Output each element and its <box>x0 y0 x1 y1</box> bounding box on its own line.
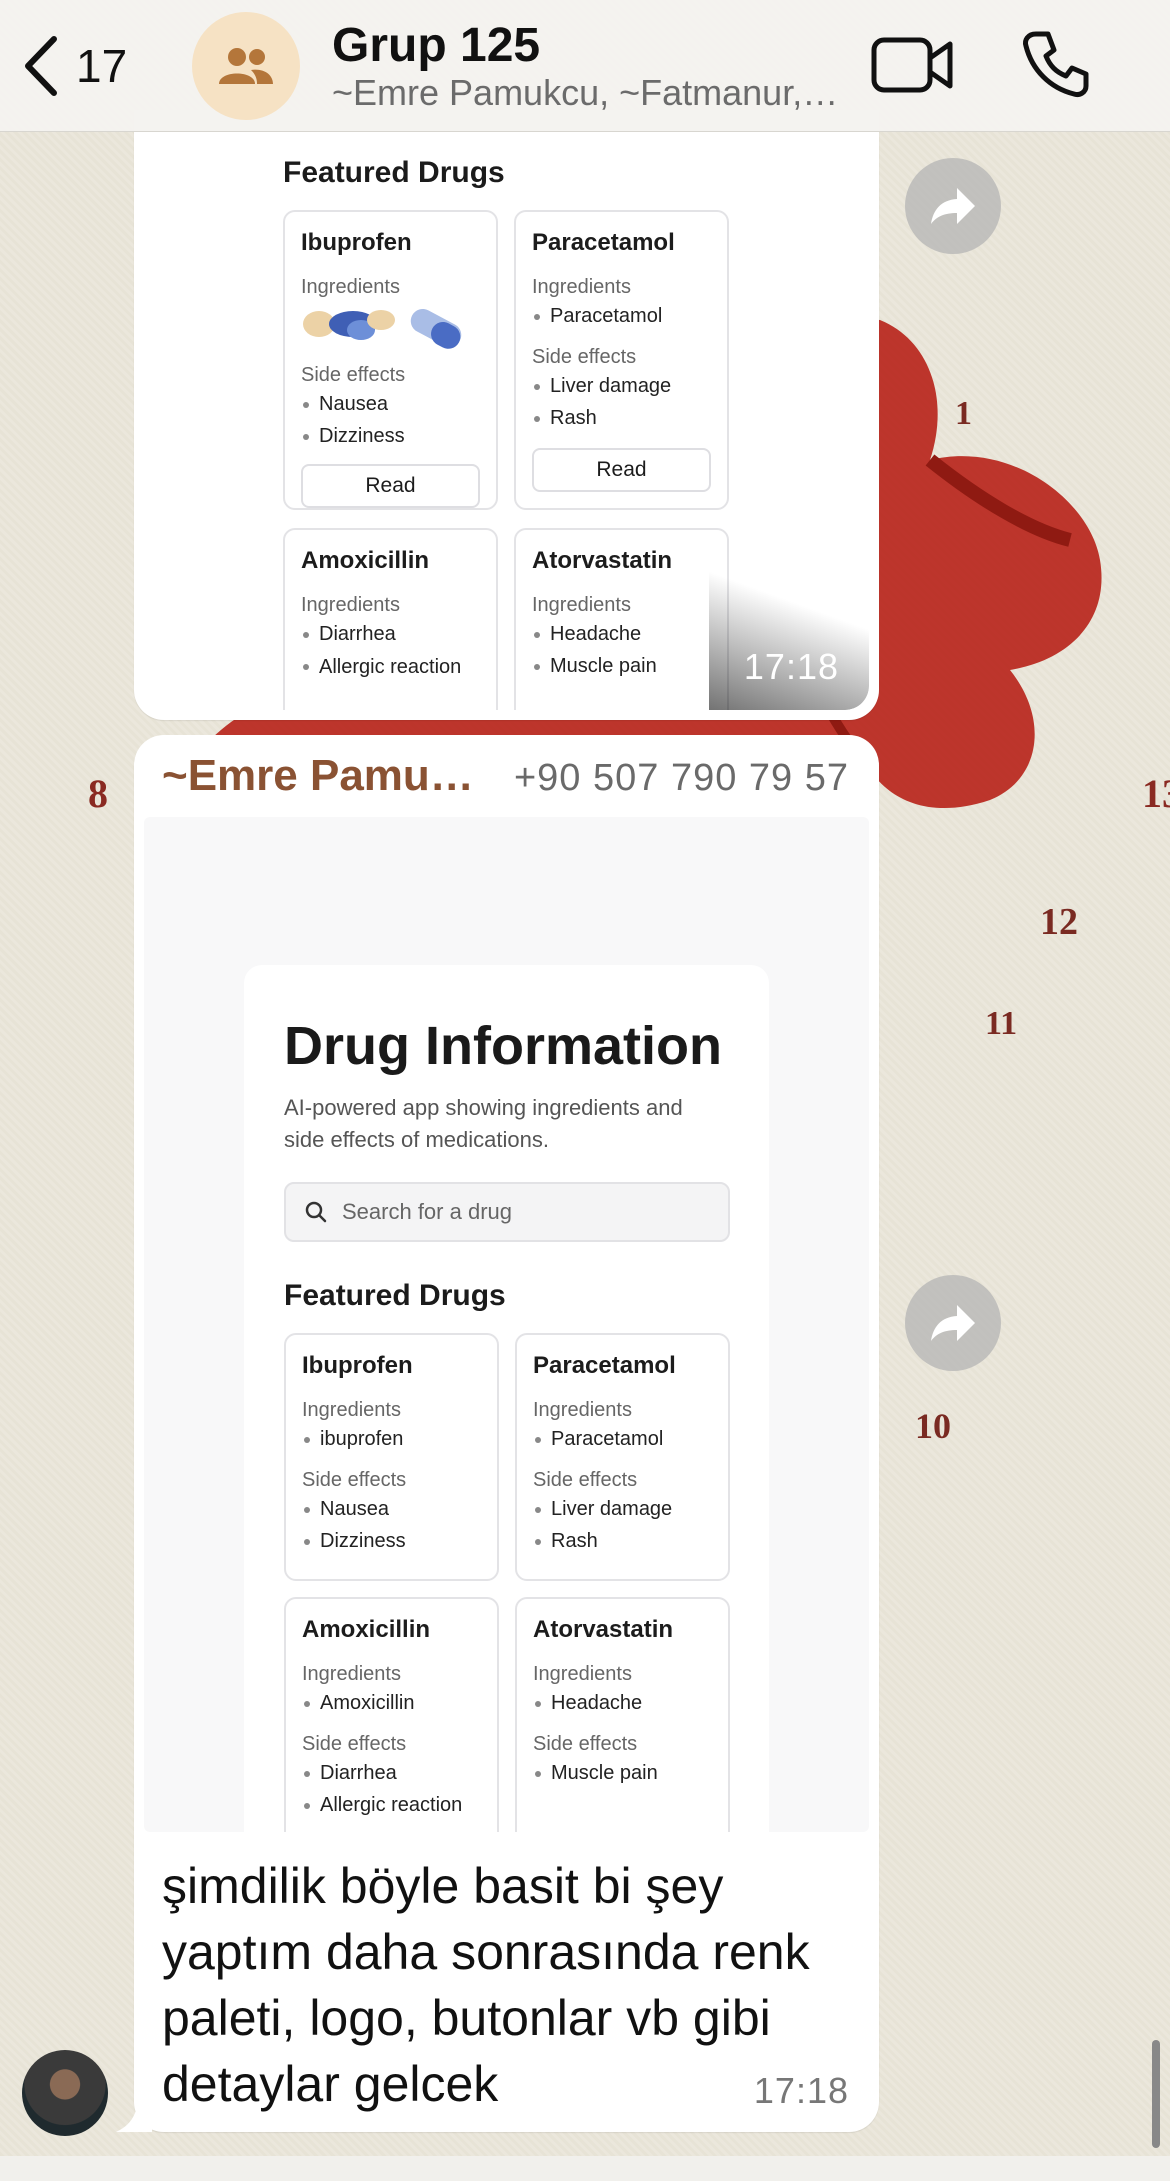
list-item: Diarrhea <box>301 618 480 650</box>
ingredient: Paracetamol <box>532 300 711 332</box>
image-message[interactable]: Featured Drugs Ibuprofen Ingredients Sid… <box>134 110 879 720</box>
side-effect: Diarrhea <box>302 1757 481 1789</box>
side-effect: Rash <box>532 402 711 434</box>
side-effect: Liver damage <box>532 370 711 402</box>
section-label: Ingredients <box>532 594 631 616</box>
wallpaper-label: 13 <box>1142 771 1170 816</box>
sender-name[interactable]: ~Emre Pamu… <box>162 751 474 801</box>
scrollbar[interactable] <box>1152 2040 1160 2148</box>
image-message-with-caption[interactable]: ~Emre Pamu… +90 507 790 79 57 Drug Infor… <box>134 735 879 2132</box>
screenshot-image[interactable]: Featured Drugs Ibuprofen Ingredients Sid… <box>144 110 869 710</box>
drug-name: Amoxicillin <box>301 547 430 574</box>
wallpaper-label: 12 <box>1040 901 1078 943</box>
sender-avatar[interactable] <box>22 2050 108 2136</box>
search-box: Search for a drug <box>284 1182 730 1242</box>
forward-button[interactable] <box>905 158 1001 254</box>
back-button[interactable]: 17 <box>20 30 150 102</box>
wallpaper-label: 11 <box>985 1005 1018 1042</box>
input-bar-edge <box>0 2156 1170 2181</box>
drug-name: Atorvastatin <box>533 1616 674 1643</box>
wallpaper-label: 1 <box>955 395 972 432</box>
forward-arrow-icon <box>931 1305 975 1341</box>
section-label: Ingredients <box>533 1399 632 1421</box>
section-label: Ingredients <box>302 1663 401 1685</box>
section-label: Side effects <box>532 346 637 368</box>
side-effect: Rash <box>533 1525 712 1557</box>
section-label: Side effects <box>533 1733 638 1755</box>
search-icon <box>305 1201 327 1223</box>
screenshot-image[interactable]: Drug Information AI-powered app showing … <box>144 817 869 1832</box>
read-button: Read <box>532 448 711 492</box>
group-icon <box>219 48 273 84</box>
drug-card: Amoxicillin Ingredients Amoxicillin Side… <box>284 1597 499 1832</box>
message-time: 17:18 <box>753 2070 849 2111</box>
drug-name: Ibuprofen <box>302 1352 413 1379</box>
drug-name: Amoxicillin <box>302 1616 431 1643</box>
drug-card: Amoxicillin Ingredients Diarrhea Allergi… <box>283 528 498 710</box>
chevron-left-icon <box>25 36 57 96</box>
featured-drugs-heading: Featured Drugs <box>284 1279 506 1312</box>
list-item: Muscle pain <box>532 650 711 682</box>
forward-button[interactable] <box>905 1275 1001 1371</box>
ingredient: Headache <box>533 1687 712 1719</box>
group-members[interactable]: ~Emre Pamukcu, ~Fatmanur,… <box>332 72 862 114</box>
app-subtitle: AI-powered app showing ingredients and s… <box>284 1095 683 1152</box>
ingredient: ibuprofen <box>302 1423 481 1455</box>
drug-card: Paracetamol Ingredients Paracetamol Side… <box>515 1333 730 1581</box>
wallpaper-label: 10 <box>915 1406 951 1446</box>
section-label: Ingredients <box>302 1399 401 1421</box>
side-effect: Dizziness <box>301 420 480 452</box>
video-call-button[interactable] <box>870 30 956 100</box>
side-effect: Dizziness <box>302 1525 481 1557</box>
section-label: Side effects <box>302 1469 407 1491</box>
pills-icon <box>301 304 480 354</box>
voice-call-button[interactable] <box>1020 28 1092 100</box>
side-effect: Nausea <box>301 388 480 420</box>
group-title[interactable]: Grup 125 <box>332 18 540 73</box>
section-label: Ingredients <box>533 1663 632 1685</box>
list-item: Headache <box>532 618 711 650</box>
group-avatar[interactable] <box>192 12 300 120</box>
message-caption: şimdilik böyle basit bi şey yaptım daha … <box>162 1858 810 2112</box>
app-title: Drug Information <box>284 1016 722 1076</box>
drug-card: Paracetamol Ingredients Paracetamol Side… <box>514 210 729 510</box>
timestamp-shade <box>709 570 869 710</box>
sender-phone[interactable]: +90 507 790 79 57 <box>514 757 849 800</box>
drug-card: Ibuprofen Ingredients ibuprofen Side eff… <box>284 1333 499 1581</box>
video-camera-icon <box>871 37 953 93</box>
read-button: Read <box>301 464 480 508</box>
phone-icon <box>1023 31 1089 97</box>
section-label: Ingredients <box>301 594 400 616</box>
featured-drugs-heading: Featured Drugs <box>283 156 505 189</box>
drug-name: Atorvastatin <box>532 547 673 574</box>
drug-card: Atorvastatin Ingredients Headache Side e… <box>515 1597 730 1832</box>
section-label: Ingredients <box>301 276 400 298</box>
drug-card: Ibuprofen Ingredients Side effects Nause… <box>283 210 498 510</box>
side-effect: Muscle pain <box>533 1757 712 1789</box>
ingredient: Paracetamol <box>533 1423 712 1455</box>
wallpaper-label: 8 <box>88 771 108 816</box>
list-item: Allergic reaction <box>301 650 480 681</box>
drug-name: Paracetamol <box>532 229 675 256</box>
bubble-tail <box>116 2096 152 2132</box>
message-time: 17:18 <box>743 646 839 687</box>
drug-name: Ibuprofen <box>301 229 412 256</box>
section-label: Side effects <box>533 1469 638 1491</box>
side-effect: Liver damage <box>533 1493 712 1525</box>
side-effect: Allergic reaction <box>302 1789 481 1821</box>
section-label: Ingredients <box>532 276 631 298</box>
drug-name: Paracetamol <box>533 1352 676 1379</box>
unread-count: 17 <box>76 40 128 92</box>
search-placeholder: Search for a drug <box>342 1199 512 1224</box>
side-effect: Nausea <box>302 1493 481 1525</box>
drug-card: Atorvastatin Ingredients Headache Muscle… <box>514 528 729 710</box>
section-label: Side effects <box>302 1733 407 1755</box>
section-label: Side effects <box>301 364 406 386</box>
ingredient: Amoxicillin <box>302 1687 481 1719</box>
forward-arrow-icon <box>931 188 975 224</box>
chat-header: 17 Grup 125 ~Emre Pamukcu, ~Fatmanur,… <box>0 0 1170 132</box>
